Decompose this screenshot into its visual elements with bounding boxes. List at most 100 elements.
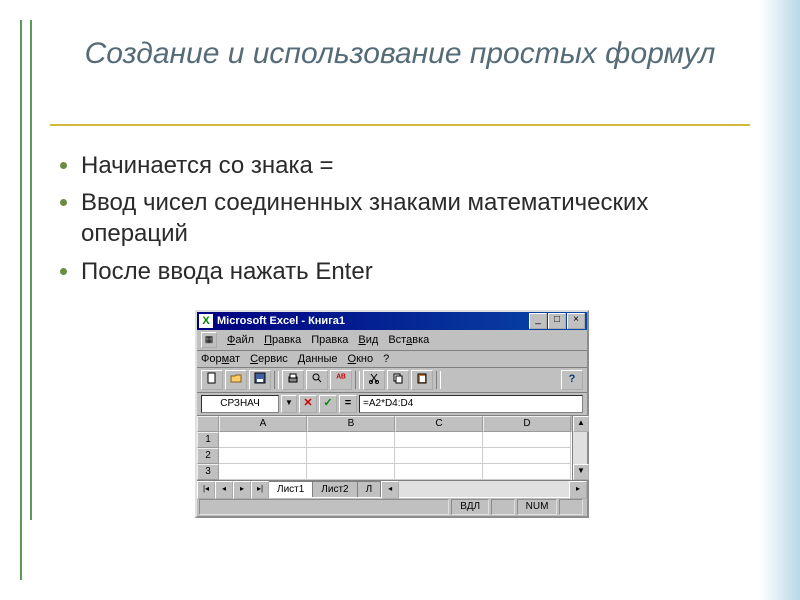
window-buttons: _ □ × xyxy=(529,313,585,329)
sheet-tab-2[interactable]: Лист2 xyxy=(313,481,357,497)
name-dropdown-button[interactable]: ▼ xyxy=(281,395,297,413)
bullet-item: Ввод чисел соединенных знаками математич… xyxy=(60,187,740,249)
toolbar-separator xyxy=(355,371,360,389)
sheet-tab-3[interactable]: Л xyxy=(358,481,382,497)
spreadsheet-grid: A B C D 1 2 3 xyxy=(197,416,587,480)
status-numlock: NUM xyxy=(517,499,558,515)
toolbar-separator xyxy=(274,371,279,389)
workbook-icon[interactable]: ▦ xyxy=(201,332,217,348)
menu-help[interactable]: ? xyxy=(383,353,389,365)
scroll-track[interactable] xyxy=(573,432,587,464)
menu-data[interactable]: Данные xyxy=(298,353,338,365)
scroll-up-button[interactable]: ▲ xyxy=(573,416,589,432)
row-header-2[interactable]: 2 xyxy=(197,448,219,464)
menu-window[interactable]: Окно xyxy=(348,353,374,365)
cut-button[interactable] xyxy=(363,370,385,390)
bullet-item: Начинается со знака = xyxy=(60,150,740,181)
title-underline xyxy=(50,124,750,126)
cell[interactable] xyxy=(483,432,571,448)
excel-window: X Microsoft Excel - Книга1 _ □ × ▦ Файл … xyxy=(195,310,589,518)
decorative-vline-1 xyxy=(20,20,22,580)
open-button[interactable] xyxy=(225,370,247,390)
sheet-tab-1[interactable]: Лист1 xyxy=(269,481,313,497)
tab-next-button[interactable]: ▸ xyxy=(233,481,251,499)
col-header-d[interactable]: D xyxy=(483,416,571,432)
decorative-gradient xyxy=(760,0,800,600)
menu-bar: ▦ Файл Правка Правка Вид Вставка xyxy=(197,330,587,351)
cell[interactable] xyxy=(219,448,307,464)
menu-insert[interactable]: Вставка xyxy=(388,334,429,346)
name-box[interactable]: СРЗНАЧ xyxy=(201,395,279,413)
menu-tools[interactable]: Сервис xyxy=(250,353,288,365)
toolbar: ᴬᴮ ? xyxy=(197,368,587,393)
menu-format[interactable]: Формат xyxy=(201,353,240,365)
tab-first-button[interactable]: |◂ xyxy=(197,481,215,499)
cell[interactable] xyxy=(307,448,395,464)
select-all-corner[interactable] xyxy=(197,416,219,432)
scroll-left-button[interactable]: ◂ xyxy=(381,481,399,499)
cell[interactable] xyxy=(395,448,483,464)
cell[interactable] xyxy=(219,432,307,448)
bullet-list: Начинается со знака = Ввод чисел соедине… xyxy=(60,150,740,293)
cell[interactable] xyxy=(307,464,395,480)
col-header-c[interactable]: C xyxy=(395,416,483,432)
tab-nav: |◂ ◂ ▸ ▸| xyxy=(197,481,269,497)
preview-button[interactable] xyxy=(306,370,328,390)
bullet-dot-icon xyxy=(60,199,67,206)
cell[interactable] xyxy=(219,464,307,480)
row-header-1[interactable]: 1 xyxy=(197,432,219,448)
copy-button[interactable] xyxy=(387,370,409,390)
maximize-button[interactable]: □ xyxy=(548,313,566,329)
status-bar: ВДЛ NUM xyxy=(197,497,587,516)
spellcheck-button[interactable]: ᴬᴮ xyxy=(330,370,352,390)
column-headers: A B C D xyxy=(197,416,572,432)
cell[interactable] xyxy=(307,432,395,448)
menu-file[interactable]: Файл xyxy=(227,334,254,346)
cell[interactable] xyxy=(483,448,571,464)
new-button[interactable] xyxy=(201,370,223,390)
status-blank xyxy=(491,499,515,515)
col-header-b[interactable]: B xyxy=(307,416,395,432)
cell[interactable] xyxy=(395,464,483,480)
print-button[interactable] xyxy=(282,370,304,390)
toolbar-separator xyxy=(436,371,441,389)
scroll-right-button[interactable]: ▸ xyxy=(569,481,587,499)
row-header-3[interactable]: 3 xyxy=(197,464,219,480)
tab-prev-button[interactable]: ◂ xyxy=(215,481,233,499)
grid-row: 1 xyxy=(197,432,572,448)
col-header-a[interactable]: A xyxy=(219,416,307,432)
bullet-text: После ввода нажать Enter xyxy=(81,256,373,287)
close-button[interactable]: × xyxy=(567,313,585,329)
formula-bar: СРЗНАЧ ▼ ✕ ✓ = =A2*D4:D4 xyxy=(197,393,587,416)
tab-last-button[interactable]: ▸| xyxy=(251,481,269,499)
cancel-button[interactable]: ✕ xyxy=(299,395,317,413)
sheet-tab-row: |◂ ◂ ▸ ▸| Лист1 Лист2 Л ◂ ▸ xyxy=(197,480,587,497)
bullet-dot-icon xyxy=(60,162,67,169)
help-button[interactable]: ? xyxy=(561,370,583,390)
bullet-dot-icon xyxy=(60,268,67,275)
menu-edit[interactable]: Правка xyxy=(264,334,301,346)
menu-view[interactable]: Вид xyxy=(358,334,378,346)
decorative-vline-2 xyxy=(30,20,32,520)
vertical-scrollbar[interactable]: ▲ ▼ xyxy=(572,416,587,480)
grid-row: 3 xyxy=(197,464,572,480)
horizontal-scrollbar[interactable]: ◂ ▸ xyxy=(381,481,587,497)
minimize-button[interactable]: _ xyxy=(529,313,547,329)
save-button[interactable] xyxy=(249,370,271,390)
title-bar: X Microsoft Excel - Книга1 _ □ × xyxy=(197,312,587,330)
enter-button[interactable]: ✓ xyxy=(319,395,337,413)
bullet-item: После ввода нажать Enter xyxy=(60,256,740,287)
status-blank2 xyxy=(559,499,583,515)
paste-button[interactable] xyxy=(411,370,433,390)
bullet-text: Начинается со знака = xyxy=(81,150,334,181)
menu-edit2[interactable]: Правка xyxy=(311,334,348,346)
window-title: Microsoft Excel - Книга1 xyxy=(217,315,529,327)
excel-app-icon: X xyxy=(199,314,213,328)
scroll-down-button[interactable]: ▼ xyxy=(573,464,589,480)
cell[interactable] xyxy=(483,464,571,480)
menu-bar-2: Формат Сервис Данные Окно ? xyxy=(197,351,587,368)
cell[interactable] xyxy=(395,432,483,448)
status-mode: ВДЛ xyxy=(451,499,489,515)
formula-input[interactable]: =A2*D4:D4 xyxy=(359,395,583,413)
equals-button[interactable]: = xyxy=(339,395,357,413)
